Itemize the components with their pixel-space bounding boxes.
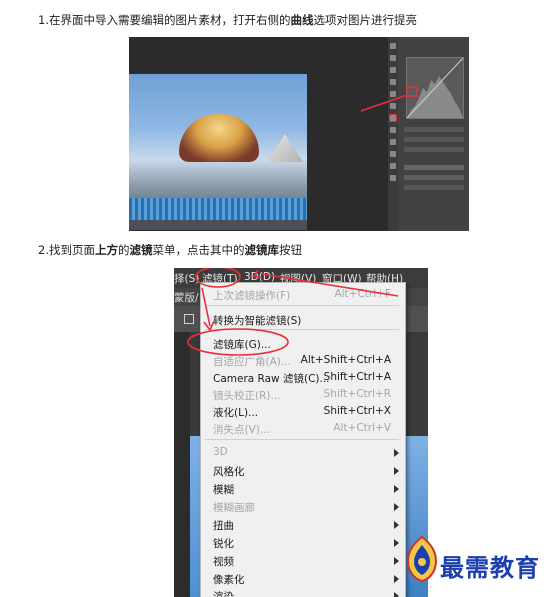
step-2-text-d: 按钮 <box>278 243 302 257</box>
panel-row <box>404 127 464 132</box>
menu-select[interactable]: 择(S) <box>174 271 199 286</box>
watermark-text: 最需教育 <box>440 553 540 582</box>
menu-item-blur-gallery[interactable]: 模糊画廊 <box>213 500 255 515</box>
layers-row[interactable] <box>404 185 464 190</box>
menu-item-lens-correction[interactable]: 镜头校正(R)... <box>213 388 281 403</box>
menu-item-sharpen[interactable]: 锐化 <box>213 536 234 551</box>
menu-item-pixelate[interactable]: 像素化 <box>213 572 245 587</box>
tool-icon[interactable] <box>390 127 396 133</box>
menu-item-adaptive-wide-angle[interactable]: 自适应广角(A)... <box>213 354 291 369</box>
shortcut-vanishing-point: Alt+Ctrl+V <box>333 422 391 434</box>
properties-panel <box>398 37 469 231</box>
tool-icon[interactable] <box>390 43 396 49</box>
filter-dropdown-menu: 上次滤镜操作(F) Alt+Ctrl+F 转换为智能滤镜(S) 滤镜库(G)..… <box>200 282 406 597</box>
options-checkbox[interactable] <box>184 314 194 324</box>
shortcut-lens-correction: Shift+Ctrl+R <box>323 388 391 400</box>
menu-item-video[interactable]: 视频 <box>213 554 234 569</box>
menu-item-liquify[interactable]: 液化(L)... <box>213 405 258 420</box>
watermark-logo-emblem <box>406 535 438 583</box>
step-2-bold-filter: 滤镜 <box>129 243 153 257</box>
photoshop-screenshot-1 <box>129 37 469 231</box>
submenu-arrow-icon <box>394 467 399 475</box>
menu-item-stylize[interactable]: 风格化 <box>213 464 245 479</box>
photoshop-screenshot-2: 择(S) 滤镜(T) 3D(D) 视图(V) 窗口(W) 帮助(H) 蒙版/ 上… <box>174 268 428 597</box>
menu-item-camera-raw[interactable]: Camera Raw 滤镜(C)... <box>213 371 330 386</box>
tool-icon[interactable] <box>390 139 396 145</box>
menu-item-convert-smart-filter[interactable]: 转换为智能滤镜(S) <box>213 313 301 328</box>
step-1-caption: 1.在界面中导入需要编辑的图片素材，打开右侧的曲线选项对图片进行提亮 <box>38 12 417 28</box>
shortcut-last-filter: Alt+Ctrl+F <box>334 288 391 300</box>
menu-item-blur[interactable]: 模糊 <box>213 482 234 497</box>
step-2-text-a: 2.找到页面 <box>38 243 95 257</box>
shortcut-camera-raw: Shift+Ctrl+A <box>323 371 391 383</box>
submenu-arrow-icon <box>394 539 399 547</box>
submenu-arrow-icon <box>394 592 399 597</box>
menu-item-filter-gallery[interactable]: 滤镜库(G)... <box>213 337 271 352</box>
submenu-arrow-icon <box>394 503 399 511</box>
submenu-arrow-icon <box>394 575 399 583</box>
menu-divider <box>205 329 399 330</box>
submenu-arrow-icon <box>394 485 399 493</box>
menu-item-3d[interactable]: 3D <box>213 446 228 458</box>
fence-shape <box>129 198 307 220</box>
panel-row <box>404 147 464 152</box>
menu-item-render[interactable]: 渲染 <box>213 589 234 597</box>
panel-row <box>404 137 464 142</box>
tools-strip <box>388 37 398 231</box>
step-2-text-b: 的 <box>117 243 130 257</box>
mask-label: 蒙版/ <box>174 292 199 304</box>
menu-item-vanishing-point[interactable]: 消失点(V)... <box>213 422 270 437</box>
step-1-text-b: 选项对图片进行提亮 <box>313 13 417 27</box>
submenu-arrow-icon <box>394 521 399 529</box>
menu-divider <box>205 305 399 306</box>
step-1-text-a: 1.在界面中导入需要编辑的图片素材，打开右侧的 <box>38 13 291 27</box>
shortcut-adaptive-wide-angle: Alt+Shift+Ctrl+A <box>300 354 391 366</box>
shortcut-liquify: Shift+Ctrl+X <box>323 405 391 417</box>
step-1-bold-curves: 曲线 <box>290 13 314 27</box>
step-2-text-c: 菜单，点击其中的 <box>152 243 245 257</box>
tool-icon[interactable] <box>390 151 396 157</box>
submenu-arrow-icon <box>394 449 399 457</box>
step-2-bold-filter-gallery: 滤镜库 <box>244 243 279 257</box>
tool-icon[interactable] <box>390 175 396 181</box>
step-2-caption: 2.找到页面上方的滤镜菜单，点击其中的滤镜库按钮 <box>38 242 302 258</box>
tool-icon[interactable] <box>390 67 396 73</box>
tent-shape <box>267 134 303 162</box>
menu-divider <box>205 439 399 440</box>
menu-item-last-filter[interactable]: 上次滤镜操作(F) <box>213 288 290 303</box>
menu-item-distort[interactable]: 扭曲 <box>213 518 234 533</box>
layers-row[interactable] <box>404 165 464 170</box>
submenu-arrow-icon <box>394 557 399 565</box>
carousel-ride-shape <box>179 114 259 162</box>
tool-icon[interactable] <box>390 163 396 169</box>
curves-tool-icon[interactable] <box>389 114 397 122</box>
ground-shape <box>129 220 307 230</box>
tool-icon[interactable] <box>390 55 396 61</box>
layers-row[interactable] <box>404 175 464 180</box>
red-arrow-annotation <box>360 86 418 112</box>
step-2-bold-top: 上方 <box>94 243 118 257</box>
left-dark-area <box>174 332 190 597</box>
carousel-photo <box>129 74 307 230</box>
